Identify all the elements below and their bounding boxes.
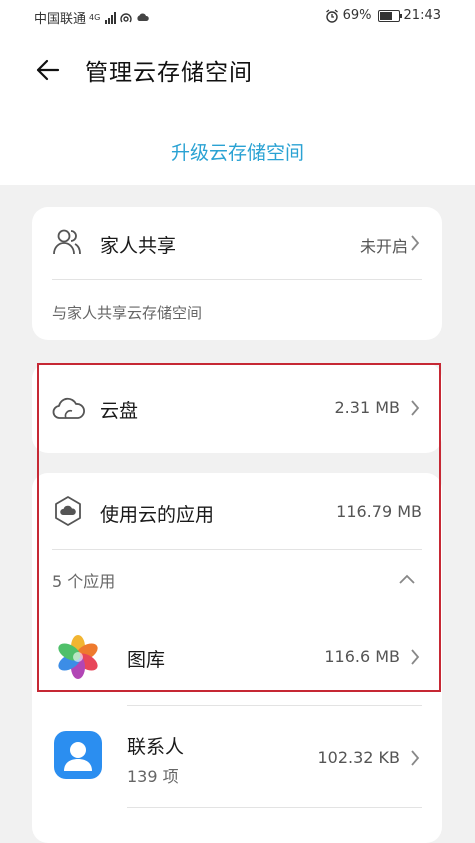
- chevron-right-icon: [411, 400, 420, 416]
- upgrade-storage-link[interactable]: 升级云存储空间: [0, 138, 475, 165]
- app-row-gallery[interactable]: 图库 116.6 MB: [32, 621, 442, 693]
- cloud-drive-label: 云盘: [100, 400, 139, 422]
- family-sharing-row[interactable]: 家人共享 未开启: [32, 207, 442, 279]
- chevron-right-icon: [411, 750, 420, 766]
- carrier-name: 中国联通: [34, 12, 87, 27]
- cloud-drive-card[interactable]: 云盘 2.31 MB: [32, 363, 442, 453]
- app-size: 102.32 KB: [317, 748, 400, 767]
- cloud-icon: [52, 397, 85, 419]
- cloud-drive-size: 2.31 MB: [334, 398, 401, 417]
- status-right: 69% 21:43: [325, 8, 441, 23]
- cloud-apps-card: 使用云的应用 116.79 MB 5 个应用 图库 116.6 MB 联系人 1…: [32, 473, 442, 843]
- alarm-icon: [325, 8, 338, 23]
- apps-count-label: 5 个应用: [52, 572, 116, 591]
- header-bar: 管理云存储空间: [0, 38, 475, 102]
- hexagon-cloud-icon: [55, 496, 81, 526]
- apps-count-toggle[interactable]: 5 个应用: [32, 550, 442, 610]
- family-sharing-status: 未开启: [359, 237, 408, 256]
- chevron-up-icon: [399, 574, 415, 584]
- network-type: 4G: [89, 12, 101, 22]
- gallery-icon: [58, 635, 98, 679]
- status-bar: 中国联通 4G 69% 21:43: [0, 0, 475, 32]
- cloud-apps-label: 使用云的应用: [100, 504, 215, 526]
- app-size: 116.6 MB: [324, 647, 400, 666]
- app-detail: 139 项: [127, 767, 179, 786]
- back-button[interactable]: [30, 52, 66, 88]
- chevron-right-icon: [411, 649, 420, 665]
- app-row-contacts[interactable]: 联系人 139 项 102.32 KB: [32, 706, 442, 806]
- family-sharing-description: 与家人共享云存储空间: [52, 304, 203, 322]
- family-icon: [53, 229, 81, 255]
- cloud-status-icon: [137, 13, 150, 21]
- clock: 21:43: [403, 8, 441, 23]
- family-sharing-card: 家人共享 未开启 与家人共享云存储空间: [32, 207, 442, 340]
- chevron-right-icon: [411, 235, 420, 251]
- status-left: 中国联通 4G: [34, 8, 150, 27]
- contacts-icon: [54, 731, 102, 779]
- battery-percent: 69%: [342, 8, 372, 23]
- page-title: 管理云存储空间: [85, 60, 253, 86]
- divider: [127, 807, 422, 808]
- family-sharing-label: 家人共享: [100, 235, 177, 257]
- battery-icon: [377, 9, 402, 22]
- app-name: 图库: [127, 649, 166, 671]
- arrow-left-icon: [36, 59, 60, 81]
- hotspot-icon: [120, 12, 132, 22]
- app-name: 联系人: [127, 736, 185, 758]
- cloud-apps-size: 116.79 MB: [336, 502, 422, 521]
- signal-icon: [105, 11, 117, 24]
- divider: [52, 279, 422, 280]
- cloud-apps-row: 使用云的应用 116.79 MB: [32, 473, 442, 549]
